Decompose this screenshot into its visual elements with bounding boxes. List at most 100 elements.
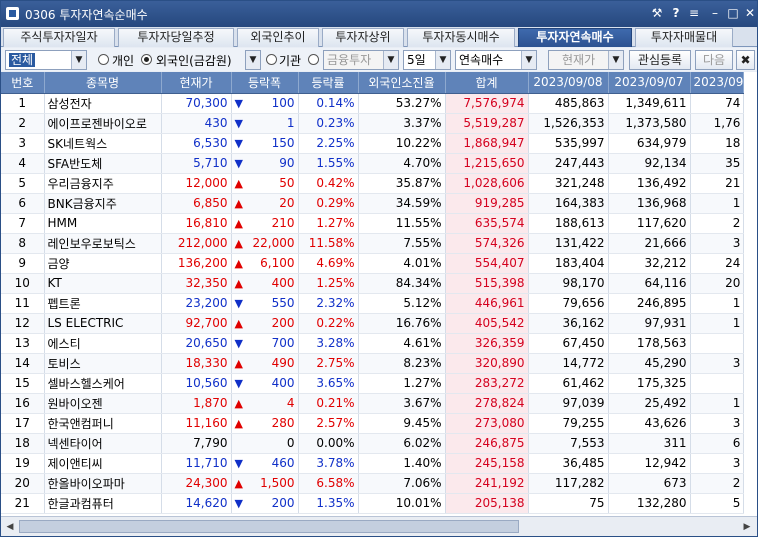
tab-investor-simultaneous-buy[interactable]: 투자자동시매수	[407, 28, 515, 47]
table-row[interactable]: 17 한국앤컴퍼니 11,160 ▲ 280 2.57% 9.45% 273,080 79,25…	[1, 413, 745, 434]
col-header-date1[interactable]: 2023/09/08	[528, 72, 609, 94]
stock-name[interactable]: 에이프로젠바이오로	[44, 113, 162, 134]
stock-name[interactable]: HMM	[44, 213, 162, 234]
radio-institution-sub[interactable]	[308, 54, 319, 65]
table-row[interactable]: 9 금양 136,200 ▲ 6,100 4.69% 4.01% 554,407 183,404…	[1, 253, 745, 274]
stock-name[interactable]: 한글과컴퓨터	[44, 493, 162, 514]
stock-name[interactable]: 셀바스헬스케어	[44, 373, 162, 394]
tab-investor-today-estimate[interactable]: 투자자당일추정	[118, 28, 234, 47]
tab-investor-consecutive-buy[interactable]: 투자자연속매수	[518, 28, 632, 47]
table-row[interactable]: 1 삼성전자 70,300 ▼ 100 0.14% 53.27% 7,576,974 485,8…	[1, 93, 745, 114]
table-row[interactable]: 6 BNK금융지주 6,850 ▲ 20 0.29% 34.59% 919,285 164,38…	[1, 193, 745, 214]
days-select[interactable]: 5일 ▼	[403, 50, 451, 70]
help-icon[interactable]: ?	[668, 5, 684, 21]
stock-name[interactable]: 토비스	[44, 353, 162, 374]
close-icon[interactable]: ✕	[742, 5, 757, 21]
stock-name[interactable]: 레인보우로보틱스	[44, 233, 162, 254]
foreign-dropdown[interactable]: ▼	[245, 50, 261, 70]
chevron-down-icon[interactable]: ▼	[383, 51, 398, 69]
stock-name[interactable]: 삼성전자	[44, 93, 162, 114]
horizontal-scrollbar[interactable]: ◀ ▶	[1, 516, 757, 536]
scroll-right-icon[interactable]: ▶	[739, 519, 755, 535]
chevron-down-icon[interactable]: ▼	[435, 51, 450, 69]
col-header-change[interactable]: 등락폭	[231, 72, 299, 94]
table-row[interactable]: 19 제이앤티씨 11,710 ▼ 460 3.78% 1.40% 245,158 36,485…	[1, 453, 745, 474]
chevron-down-icon[interactable]: ▼	[521, 51, 536, 69]
table-row[interactable]: 11 펩트론 23,200 ▼ 550 2.32% 5.12% 446,961 79,656 24…	[1, 293, 745, 314]
radio-individual[interactable]	[98, 54, 109, 65]
stock-name[interactable]: 펩트론	[44, 293, 162, 314]
stock-name-text: HMM	[47, 216, 78, 230]
col-header-rate[interactable]: 등락률	[298, 72, 359, 94]
foreign-ratio: 1.27%	[358, 373, 446, 394]
stock-name[interactable]: SFA반도체	[44, 153, 162, 174]
col-header-name[interactable]: 종목명	[44, 72, 162, 94]
stock-name[interactable]: LS ELECTRIC	[44, 313, 162, 334]
chevron-down-icon[interactable]: ▼	[246, 51, 260, 69]
table-row[interactable]: 4 SFA반도체 5,710 ▼ 90 1.55% 4.70% 1,215,650 247,44…	[1, 153, 745, 174]
stock-name[interactable]: 원바이오젠	[44, 393, 162, 414]
next-button[interactable]: 다음	[695, 50, 733, 70]
stock-name[interactable]: 에스티	[44, 333, 162, 354]
table-row[interactable]: 15 셀바스헬스케어 10,560 ▼ 400 3.65% 1.27% 283,272 61,4…	[1, 373, 745, 394]
price-change-text: 4	[286, 396, 295, 410]
menu-icon[interactable]: ≡	[686, 5, 702, 21]
table-row[interactable]: 10 KT 32,350 ▲ 400 1.25% 84.34% 515,398 98,170 64…	[1, 273, 745, 294]
mode-select[interactable]: 연속매수 ▼	[455, 50, 537, 70]
table-row[interactable]: 13 에스티 20,650 ▼ 700 3.28% 4.61% 326,359 67,450 17…	[1, 333, 745, 354]
stock-name[interactable]: BNK금융지주	[44, 193, 162, 214]
table-row[interactable]: 16 원바이오젠 1,870 ▲ 4 0.21% 3.67% 278,824 97,039 25,…	[1, 393, 745, 414]
market-select[interactable]: 전체 ▼	[5, 50, 87, 70]
col-header-no[interactable]: 번호	[1, 72, 45, 94]
stock-name[interactable]: 한올바이오파마	[44, 473, 162, 494]
date3-value: 1	[690, 393, 745, 414]
table-row[interactable]: 3 SK네트웍스 6,530 ▼ 150 2.25% 10.22% 1,868,947 535,…	[1, 133, 745, 154]
table-row[interactable]: 5 우리금융지주 12,000 ▲ 50 0.42% 35.87% 1,028,606 321,…	[1, 173, 745, 194]
date1-value: 97,039	[528, 393, 609, 414]
stock-name[interactable]: 금양	[44, 253, 162, 274]
radio-foreign[interactable]	[141, 54, 152, 65]
tab-investor-top[interactable]: 투자자상위	[322, 28, 404, 47]
col-header-price[interactable]: 현재가	[161, 72, 232, 94]
date2-value-text: 43,626	[644, 416, 687, 430]
tab-foreign-trend[interactable]: 외국인추이	[237, 28, 319, 47]
date2-value-text: 246,895	[636, 296, 687, 310]
scroll-thumb[interactable]	[19, 520, 519, 533]
price-select[interactable]: 현재가 ▼	[548, 50, 624, 70]
col-header-foreign-ratio[interactable]: 외국인소진율	[358, 72, 446, 94]
table-row[interactable]: 18 넥센타이어 7,790 0 0.00% 6.02% 246,875 7,553 311 6	[1, 433, 745, 454]
col-header-date2[interactable]: 2023/09/07	[608, 72, 691, 94]
institution-select[interactable]: 금융투자 ▼	[323, 50, 399, 70]
scroll-left-icon[interactable]: ◀	[2, 519, 18, 535]
table-row[interactable]: 14 토비스 18,330 ▲ 490 2.75% 8.23% 320,890 14,772 45…	[1, 353, 745, 374]
date2-value: 21,666	[608, 233, 691, 254]
stock-name[interactable]: SK네트웍스	[44, 133, 162, 154]
foreign-ratio: 3.67%	[358, 393, 446, 414]
stock-name[interactable]: KT	[44, 273, 162, 294]
stock-name[interactable]: 넥센타이어	[44, 433, 162, 454]
chevron-down-icon[interactable]: ▼	[71, 51, 86, 69]
watch-register-button[interactable]: 관심등록	[629, 50, 691, 70]
maximize-icon[interactable]: □	[725, 5, 741, 21]
up-triangle-icon: ▲	[234, 256, 243, 270]
radio-institution[interactable]	[266, 54, 277, 65]
table-row[interactable]: 12 LS ELECTRIC 92,700 ▲ 200 0.22% 16.76% 405,54…	[1, 313, 745, 334]
table-row[interactable]: 20 한올바이오파마 24,300 ▲ 1,500 6.58% 7.06% 241,192 11…	[1, 473, 745, 494]
stock-name[interactable]: 우리금융지주	[44, 173, 162, 194]
col-header-sum[interactable]: 합계	[445, 72, 529, 94]
table-row[interactable]: 7 HMM 16,810 ▲ 210 1.27% 11.55% 635,574 188,613 1…	[1, 213, 745, 234]
table-row[interactable]: 2 에이프로젠바이오로 430 ▼ 1 0.23% 3.37% 5,519,287 1,526,…	[1, 113, 745, 134]
chevron-down-icon[interactable]: ▼	[608, 51, 623, 69]
stock-name[interactable]: 한국앤컴퍼니	[44, 413, 162, 434]
date2-value: 43,626	[608, 413, 691, 434]
stock-name[interactable]: 제이앤티씨	[44, 453, 162, 474]
table-row[interactable]: 8 레인보우로보틱스 212,000 ▲ 22,000 11.58% 7.55% 574,32…	[1, 233, 745, 254]
minimize-icon[interactable]: –	[707, 5, 723, 21]
tab-investor-daily[interactable]: 주식투자자일자	[3, 28, 115, 47]
tab-investor-supply[interactable]: 투자자매물대	[635, 28, 733, 47]
col-header-date3[interactable]: 2023/09	[690, 72, 745, 94]
close-panel-icon[interactable]: ✖	[736, 50, 755, 70]
pin-icon[interactable]: ⚒	[649, 5, 665, 21]
change-rate: 0.23%	[298, 113, 359, 134]
table-row[interactable]: 21 한글과컴퓨터 14,620 ▼ 200 1.35% 10.01% 205,138 75 13…	[1, 493, 745, 514]
